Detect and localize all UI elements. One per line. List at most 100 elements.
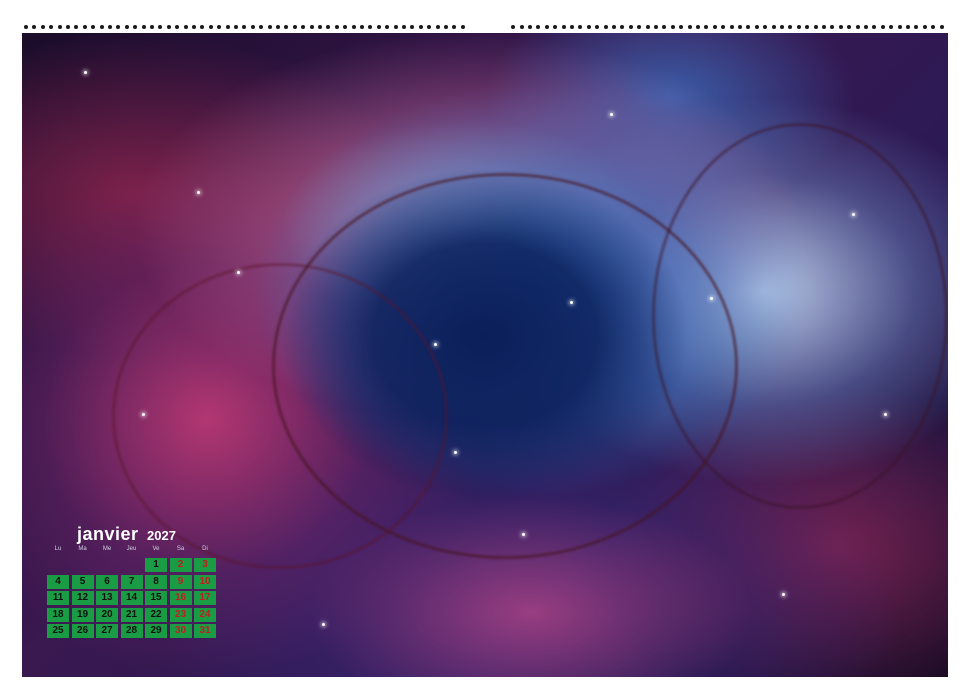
day-cell: 28 (120, 624, 143, 638)
binding-hole (385, 25, 390, 29)
binding-hole (586, 25, 591, 29)
binding-hole (66, 25, 70, 29)
binding-hole (746, 25, 751, 29)
binding-hole (309, 25, 314, 29)
day-cell: 10 (194, 574, 216, 589)
binding-hole (292, 25, 297, 29)
binding-hole (578, 25, 583, 29)
binding-hole (931, 25, 936, 29)
day-cell: 24 (194, 607, 216, 622)
binding-hole (40, 25, 45, 29)
day-cell: 21 (120, 607, 143, 622)
weekday-label: Ve (152, 546, 160, 552)
binding-hole (620, 25, 625, 29)
binding-hole (561, 25, 566, 29)
binding-hole (217, 25, 222, 29)
day-cell: 26 (71, 624, 94, 638)
binding-hole (838, 25, 843, 29)
binding-hole (687, 25, 692, 29)
day-cell: 9 (169, 574, 192, 589)
day-cell: 31 (194, 624, 216, 638)
binding-hole (696, 25, 700, 29)
binding-hole (166, 25, 171, 29)
binding-hole (368, 25, 373, 29)
binding-hole (662, 25, 667, 29)
binding-hole (855, 25, 860, 29)
binding-hole (444, 25, 448, 29)
binding-hole (721, 25, 726, 29)
binding-hole (788, 25, 793, 29)
binding-hole (301, 25, 306, 29)
day-cell: 22 (145, 607, 167, 622)
day-cell: 20 (96, 607, 118, 622)
binding-hole (553, 25, 558, 29)
binding-hole (24, 25, 28, 29)
binding-hole (360, 25, 364, 29)
weekday-header: Lu Ma Me Jeu Ve Sa Di (47, 546, 222, 558)
binding-hole (830, 25, 835, 29)
day-cell: 3 (194, 558, 216, 572)
binding-hole (645, 25, 650, 29)
day-cell: 8 (145, 574, 167, 589)
binding-hole (133, 25, 138, 29)
binding-hole (889, 25, 894, 29)
binding-hole (612, 25, 616, 29)
binding-hole (805, 25, 810, 29)
day-cell: 18 (47, 607, 69, 622)
binding-hole (124, 25, 129, 29)
day-cell: 27 (96, 624, 118, 638)
weekday-label: Di (202, 546, 208, 552)
binding-hole (670, 25, 675, 29)
binding-hole (603, 25, 608, 29)
binding-hole (141, 25, 146, 29)
binding-hole (376, 25, 381, 29)
binding-hole (922, 25, 927, 29)
day-cell: 2 (169, 558, 192, 572)
calendar-title: janvier 2027 (77, 524, 176, 546)
binding-hole (82, 25, 87, 29)
binding-hole (234, 25, 238, 29)
binding-hole (796, 25, 801, 29)
binding-hole (242, 25, 247, 29)
binding-hole (402, 25, 406, 29)
binding-hole (519, 25, 524, 29)
weekday-label: Lu (54, 546, 62, 552)
binding-hole (570, 25, 574, 29)
binding-hole (460, 25, 465, 29)
day-cell: 4 (47, 574, 69, 589)
binding-hole (452, 25, 457, 29)
binding-hole (780, 25, 784, 29)
binding-hole (914, 25, 919, 29)
binding-hole (49, 25, 54, 29)
day-cell: 14 (120, 591, 143, 605)
binding-hole (318, 25, 322, 29)
spiral-binding (22, 21, 948, 35)
day-cell: 7 (120, 574, 143, 589)
weekday-label: Sa (176, 546, 185, 552)
day-cell: 13 (96, 591, 118, 605)
binding-hole (897, 25, 902, 29)
day-cell: 12 (71, 591, 94, 605)
binding-hole (595, 25, 600, 29)
weekday-label: Me (102, 546, 112, 552)
year-label: 2027 (147, 528, 176, 543)
binding-hole (864, 25, 868, 29)
day-cell: 29 (145, 624, 167, 638)
binding-hole (771, 25, 776, 29)
binding-hole (729, 25, 734, 29)
binding-hole (704, 25, 709, 29)
binding-hole (435, 25, 440, 29)
binding-hole (175, 25, 180, 29)
binding-hole (679, 25, 684, 29)
binding-hole (91, 25, 96, 29)
binding-hole (528, 25, 532, 29)
binding-hole (183, 25, 188, 29)
binding-hole (225, 25, 230, 29)
weekday-label: Jeu (126, 546, 137, 552)
binding-hole (259, 25, 264, 29)
binding-hole (250, 25, 255, 29)
weekday-label: Ma (78, 546, 87, 552)
binding-hole (754, 25, 759, 29)
binding-hole (57, 25, 62, 29)
binding-hole (150, 25, 154, 29)
